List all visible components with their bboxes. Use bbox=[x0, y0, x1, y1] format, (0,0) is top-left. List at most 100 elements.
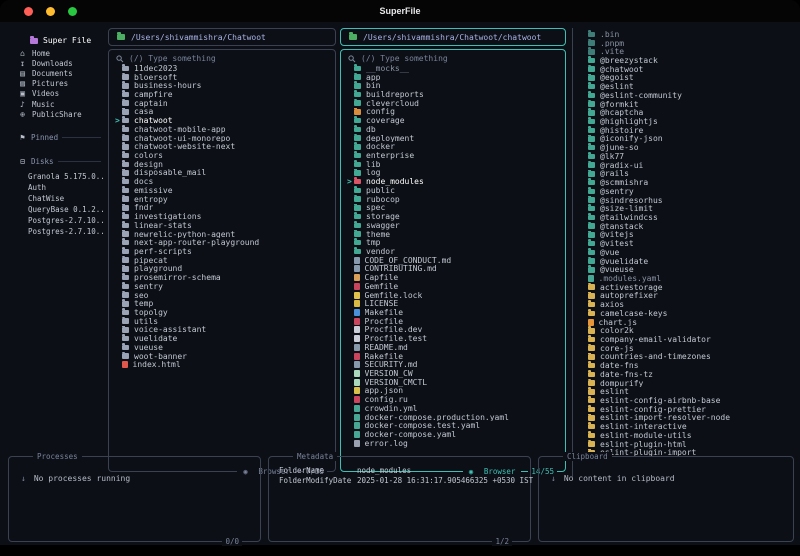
folder-row[interactable]: rubocop bbox=[341, 194, 565, 204]
folder-row[interactable]: enterprise bbox=[341, 151, 565, 160]
folder-row[interactable]: vendor bbox=[341, 247, 565, 256]
file-row[interactable]: Procfile bbox=[341, 317, 565, 326]
folder-row[interactable]: docker bbox=[341, 142, 565, 151]
folder-row[interactable]: storage bbox=[341, 212, 565, 221]
folder-row[interactable]: @radix-ui bbox=[575, 160, 800, 170]
folder-row[interactable]: countries-and-timezones bbox=[575, 352, 800, 361]
folder-row[interactable]: bin bbox=[341, 81, 565, 90]
folder-row[interactable]: theme bbox=[341, 229, 565, 238]
folder-row[interactable]: docs bbox=[109, 177, 335, 186]
panel1-path-bar[interactable]: /Users/shivammishra/Chatwoot bbox=[108, 28, 336, 46]
folder-row[interactable]: vuelidate bbox=[109, 334, 335, 343]
folder-row[interactable]: @june-so bbox=[575, 143, 800, 152]
file-row[interactable]: index.html bbox=[109, 360, 335, 369]
file-row[interactable]: Makefile bbox=[341, 308, 565, 317]
folder-row[interactable]: emissive bbox=[109, 186, 335, 195]
folder-row[interactable]: chatwoot-mobile-app bbox=[109, 125, 335, 134]
folder-row[interactable]: app bbox=[341, 72, 565, 81]
file-row[interactable]: Procfile.test bbox=[341, 334, 565, 343]
folder-row[interactable]: tmp bbox=[341, 238, 565, 247]
folder-row[interactable]: @tailwindcss bbox=[575, 213, 800, 222]
folder-row[interactable]: design bbox=[109, 159, 335, 169]
folder-row[interactable]: swagger bbox=[341, 220, 565, 230]
folder-row[interactable]: @highlightjs bbox=[575, 117, 800, 126]
file-row[interactable]: docker-compose.production.yaml bbox=[341, 413, 565, 421]
panel1-search-input[interactable]: (/) Type something bbox=[109, 53, 335, 64]
folder-row[interactable]: @vue bbox=[575, 247, 800, 257]
file-row[interactable]: Rakefile bbox=[341, 352, 565, 360]
folder-row[interactable]: chatwoot-ui-monorepo bbox=[109, 133, 335, 142]
folder-row[interactable]: @vitejs bbox=[575, 230, 800, 239]
folder-row[interactable]: topolgy bbox=[109, 308, 335, 317]
folder-row[interactable]: chatwoot-website-next bbox=[109, 142, 335, 151]
folder-row[interactable]: eslint-interactive bbox=[575, 422, 800, 431]
file-row[interactable]: VERSION_CW bbox=[341, 369, 565, 378]
folder-row[interactable]: company-email-validator bbox=[575, 335, 800, 344]
file-row[interactable]: docker-compose.test.yaml bbox=[341, 421, 565, 430]
folder-row[interactable]: temp bbox=[109, 299, 335, 308]
folder-row[interactable]: > chatwoot bbox=[109, 116, 335, 125]
folder-row[interactable]: @lk77 bbox=[575, 152, 800, 161]
folder-row[interactable]: disposable_mail bbox=[109, 168, 335, 177]
folder-row[interactable]: vueuse bbox=[109, 343, 335, 352]
folder-row[interactable]: eslint-module-utils bbox=[575, 431, 800, 440]
panel2-path-bar[interactable]: /Users/shivammishra/Chatwoot/chatwoot bbox=[340, 28, 566, 46]
folder-row[interactable]: eslint bbox=[575, 387, 800, 396]
folder-row[interactable]: @vitest bbox=[575, 239, 800, 248]
file-row[interactable]: CODE_OF_CONDUCT.md bbox=[341, 256, 565, 265]
folder-row[interactable]: > node_modules bbox=[341, 177, 565, 186]
disk-item[interactable]: Postgres-2.7.10... bbox=[8, 215, 105, 226]
folder-row[interactable]: eslint-plugin-html bbox=[575, 439, 800, 449]
folder-row[interactable]: playground bbox=[109, 264, 335, 273]
folder-row[interactable]: campfire bbox=[109, 90, 335, 99]
folder-row[interactable]: @scmmishra bbox=[575, 178, 800, 187]
disk-item[interactable]: Granola 5.175.0... bbox=[8, 171, 105, 182]
disk-item[interactable]: Auth bbox=[8, 182, 105, 193]
folder-row[interactable]: perf-scripts bbox=[109, 247, 335, 256]
folder-row[interactable]: investigations bbox=[109, 212, 335, 221]
folder-row[interactable]: buildreports bbox=[341, 90, 565, 99]
file-row[interactable]: Gemfile.lock bbox=[341, 291, 565, 299]
folder-row[interactable]: .bin bbox=[575, 30, 800, 39]
file-row[interactable]: SECURITY.md bbox=[341, 360, 565, 369]
folder-row[interactable]: color2k bbox=[575, 326, 800, 335]
folder-row[interactable]: coverage bbox=[341, 116, 565, 125]
folder-row[interactable]: pipecat bbox=[109, 255, 335, 265]
folder-row[interactable]: seo bbox=[109, 290, 335, 299]
file-row[interactable]: config.ru bbox=[341, 395, 565, 404]
sidebar-item-documents[interactable]: ▤ Documents bbox=[8, 68, 105, 78]
folder-row[interactable]: config bbox=[341, 107, 565, 116]
file-row[interactable]: Procfile.dev bbox=[341, 326, 565, 334]
folder-row[interactable]: captain bbox=[109, 98, 335, 108]
disk-item[interactable]: QueryBase 0.1.2... bbox=[8, 204, 105, 215]
folder-row[interactable]: @vuelidate bbox=[575, 256, 800, 265]
folder-row[interactable]: @tanstack bbox=[575, 221, 800, 231]
folder-row[interactable]: spec bbox=[341, 203, 565, 212]
folder-row[interactable]: clevercloud bbox=[341, 98, 565, 108]
folder-row[interactable]: autoprefixer bbox=[575, 291, 800, 300]
folder-row[interactable]: fndr bbox=[109, 203, 335, 212]
disk-item[interactable]: ChatWise bbox=[8, 193, 105, 204]
file-row[interactable]: LICENSE bbox=[341, 299, 565, 308]
folder-row[interactable]: @histoire bbox=[575, 125, 800, 135]
file-row[interactable]: app.json bbox=[341, 387, 565, 395]
sidebar-item-videos[interactable]: ▣ Videos bbox=[8, 89, 105, 99]
folder-row[interactable]: bloersoft bbox=[109, 72, 335, 81]
folder-row[interactable]: woot-banner bbox=[109, 351, 335, 360]
file-row[interactable]: chart.js bbox=[575, 318, 800, 326]
folder-row[interactable]: casa bbox=[109, 107, 335, 116]
folder-row[interactable]: date-fns-tz bbox=[575, 370, 800, 379]
sidebar-item-downloads[interactable]: ↧ Downloads bbox=[8, 58, 105, 68]
folder-row[interactable]: @size-limit bbox=[575, 204, 800, 213]
folder-row[interactable]: camelcase-keys bbox=[575, 309, 800, 318]
disk-item[interactable]: Postgres-2.7.10... bbox=[8, 226, 105, 237]
folder-row[interactable]: @egoist bbox=[575, 73, 800, 82]
file-row[interactable]: .modules.yaml bbox=[575, 274, 800, 283]
folder-row[interactable]: prosemirror-schema bbox=[109, 273, 335, 282]
folder-row[interactable]: sentry bbox=[109, 281, 335, 291]
minimize-button[interactable] bbox=[46, 7, 55, 16]
folder-row[interactable]: .pnpm bbox=[575, 38, 800, 47]
folder-row[interactable]: @eslint-community bbox=[575, 91, 800, 100]
folder-row[interactable]: business-hours bbox=[109, 81, 335, 90]
folder-row[interactable]: @sindresorhus bbox=[575, 195, 800, 204]
